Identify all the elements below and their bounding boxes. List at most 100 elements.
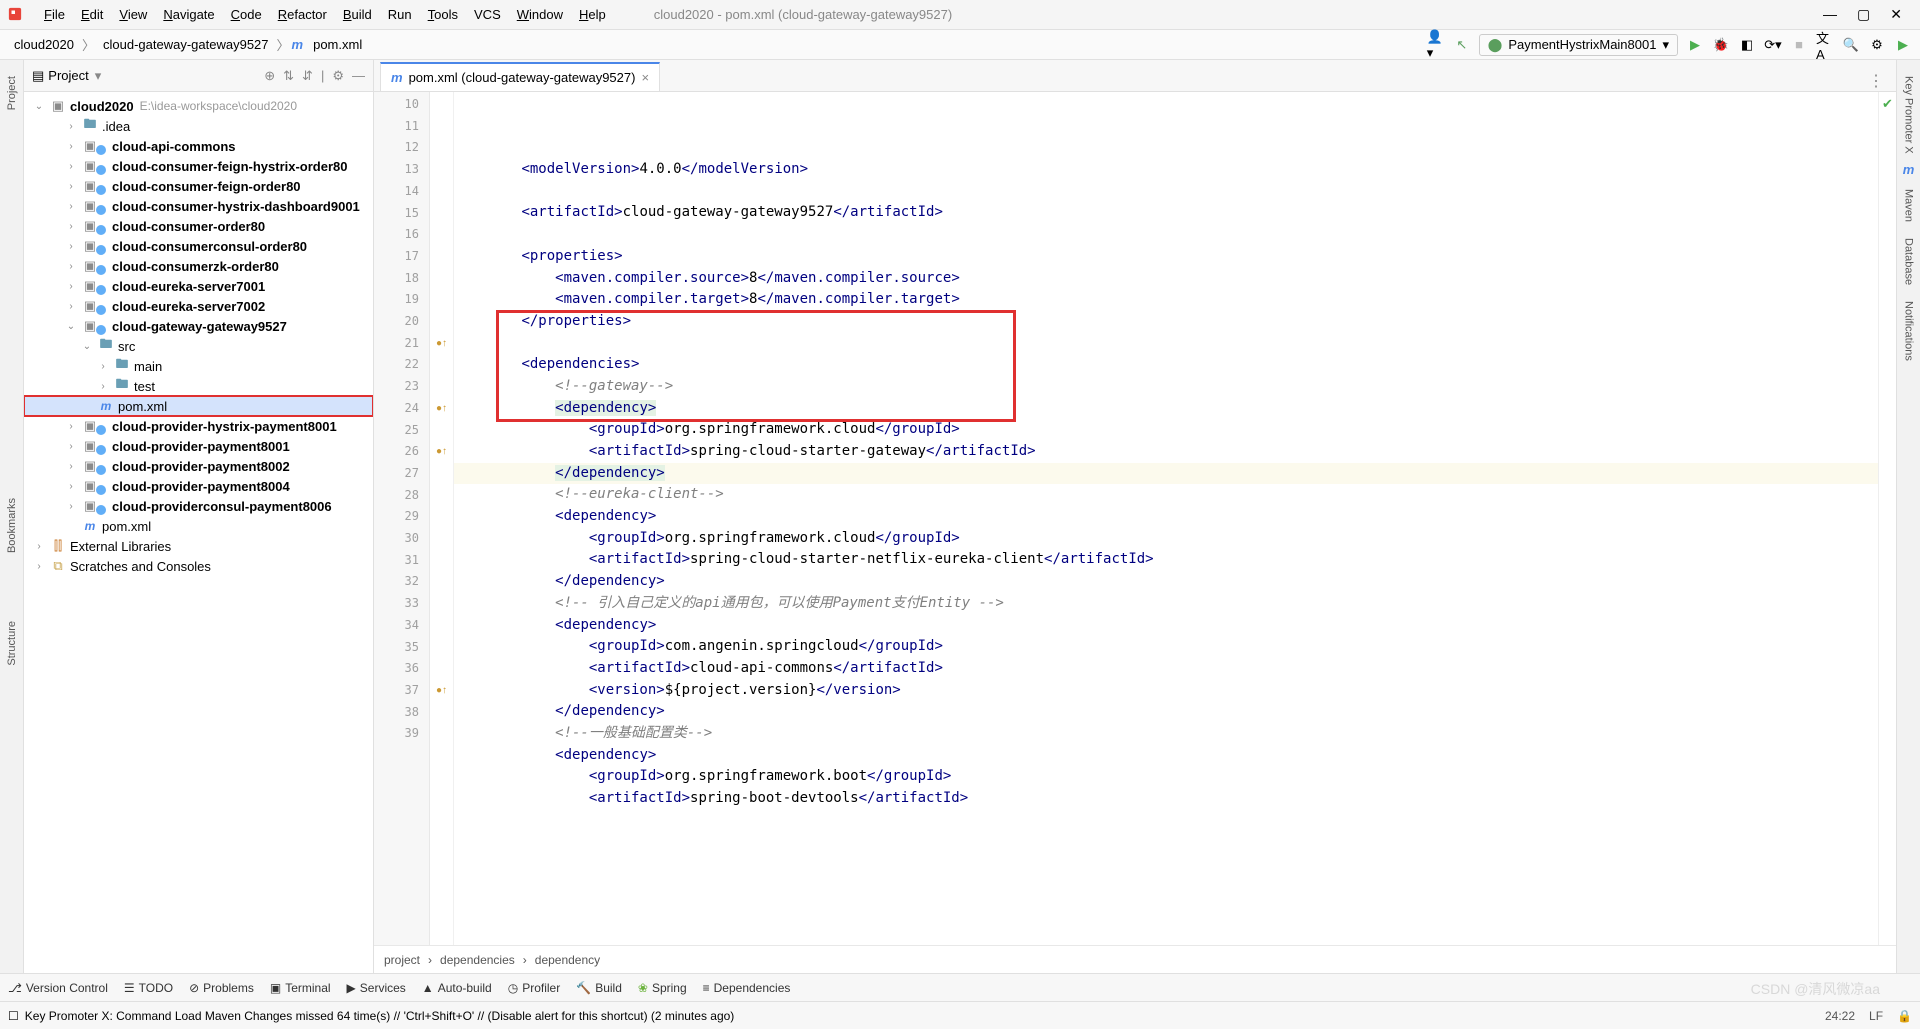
close-tab-icon[interactable]: ×	[641, 70, 649, 85]
tab-menu-icon[interactable]: ⋮	[1856, 71, 1896, 91]
tree-row[interactable]: ›▣cloud-consumerzk-order80	[24, 256, 373, 276]
tree-root[interactable]: ⌄ ▣ cloud2020 E:\idea-workspace\cloud202…	[24, 96, 373, 116]
status-message[interactable]: Key Promoter X: Command Load Maven Chang…	[25, 1009, 735, 1023]
dependencies-button[interactable]: ≡Dependencies	[703, 981, 791, 995]
tree-row[interactable]: mpom.xml	[24, 396, 373, 416]
tree-row[interactable]: ›▣cloud-provider-payment8001	[24, 436, 373, 456]
tree-external-libs[interactable]: › ⫿⫿ External Libraries	[24, 536, 373, 556]
maven-tool-button[interactable]: Maven	[1903, 189, 1915, 222]
tree-arrow-icon[interactable]: ⌄	[80, 341, 94, 352]
profile-button[interactable]: ⟳▾	[1764, 36, 1782, 54]
inspection-strip[interactable]: ✔	[1878, 92, 1896, 973]
tree-arrow-icon[interactable]: ⌄	[64, 321, 78, 332]
problems-button[interactable]: ⊘Problems	[189, 981, 254, 995]
search-icon[interactable]: 🔍	[1842, 36, 1860, 54]
tree-arrow-icon[interactable]: ›	[64, 481, 78, 492]
tree-row[interactable]: ›▣cloud-consumerconsul-order80	[24, 236, 373, 256]
tree-row[interactable]: ⌄▣cloud-gateway-gateway9527	[24, 316, 373, 336]
debug-button[interactable]: 🐞	[1712, 36, 1730, 54]
tree-arrow-icon[interactable]: ›	[64, 201, 78, 212]
tree-row[interactable]: ›▣cloud-consumer-order80	[24, 216, 373, 236]
tree-arrow-icon[interactable]: ›	[64, 181, 78, 192]
crumb-project[interactable]: project	[384, 953, 420, 967]
close-button[interactable]: ✕	[1890, 6, 1902, 23]
crumb-dependency[interactable]: dependency	[535, 953, 600, 967]
build-button[interactable]: 🔨Build	[576, 981, 622, 995]
tree-row[interactable]: ›🖿.idea	[24, 116, 373, 136]
menu-window[interactable]: Window	[509, 3, 571, 26]
bookmarks-tool-button[interactable]: Bookmarks	[6, 498, 18, 553]
tree-arrow-icon[interactable]: ›	[64, 241, 78, 252]
spring-button[interactable]: ❀Spring	[638, 981, 687, 995]
menu-run[interactable]: Run	[380, 3, 420, 26]
tree-arrow-icon[interactable]: ›	[64, 121, 78, 132]
lock-icon[interactable]: 🔒	[1897, 1009, 1912, 1023]
tree-row[interactable]: ›▣cloud-provider-payment8004	[24, 476, 373, 496]
crumb-dependencies[interactable]: dependencies	[440, 953, 515, 967]
line-gutter[interactable]: 1011121314151617181920212223242526272829…	[374, 92, 430, 973]
menu-vcs[interactable]: VCS	[466, 3, 509, 26]
run-configuration-selector[interactable]: ⬤ PaymentHystrixMain8001 ▾	[1479, 34, 1678, 56]
menu-edit[interactable]: Edit	[73, 3, 111, 26]
services-button[interactable]: ▶Services	[347, 981, 406, 995]
chevron-down-icon[interactable]: ▾	[95, 68, 102, 84]
keypromoter-tool-button[interactable]: Key Promoter X	[1903, 76, 1915, 154]
minimize-button[interactable]: —	[1823, 6, 1837, 23]
tree-row[interactable]: ›▣cloud-api-commons	[24, 136, 373, 156]
tree-row[interactable]: ›🖿main	[24, 356, 373, 376]
tree-arrow-icon[interactable]: ›	[64, 461, 78, 472]
tree-row[interactable]: mpom.xml	[24, 516, 373, 536]
translate-icon[interactable]: 文A	[1816, 36, 1834, 54]
tree-row[interactable]: ›▣cloud-consumer-feign-order80	[24, 176, 373, 196]
tree-row[interactable]: ›▣cloud-providerconsul-payment8006	[24, 496, 373, 516]
tree-row[interactable]: ›🖿test	[24, 376, 373, 396]
menu-navigate[interactable]: Navigate	[155, 3, 222, 26]
hide-icon[interactable]: —	[352, 68, 365, 84]
database-tool-button[interactable]: Database	[1903, 238, 1915, 285]
user-icon[interactable]: 👤▾	[1427, 36, 1445, 54]
tree-arrow-icon[interactable]: ›	[64, 161, 78, 172]
tree-row[interactable]: ›▣cloud-consumer-feign-hystrix-order80	[24, 156, 373, 176]
tree-row[interactable]: ›▣cloud-provider-hystrix-payment8001	[24, 416, 373, 436]
tree-arrow-icon[interactable]: ›	[64, 141, 78, 152]
breadcrumb-root[interactable]: cloud2020	[8, 35, 80, 54]
menu-tools[interactable]: Tools	[420, 3, 466, 26]
chevron-down-icon[interactable]: ⌄	[32, 101, 46, 112]
tree-arrow-icon[interactable]: ›	[96, 381, 110, 392]
locate-icon[interactable]: ⊕	[264, 68, 275, 84]
menu-help[interactable]: Help	[571, 3, 614, 26]
chevron-right-icon[interactable]: ›	[32, 541, 46, 552]
tree-arrow-icon[interactable]: ›	[64, 441, 78, 452]
tree-row[interactable]: ›▣cloud-eureka-server7002	[24, 296, 373, 316]
tree-row[interactable]: ›▣cloud-eureka-server7001	[24, 276, 373, 296]
menu-view[interactable]: View	[111, 3, 155, 26]
collapse-icon[interactable]: ⇵	[302, 68, 313, 84]
notifications-tool-button[interactable]: Notifications	[1903, 301, 1915, 361]
menu-file[interactable]: File	[36, 3, 73, 26]
tree-scratches[interactable]: › ⧉ Scratches and Consoles	[24, 556, 373, 576]
version-control-button[interactable]: ⎇Version Control	[8, 981, 108, 995]
project-tool-button[interactable]: Project	[6, 76, 18, 110]
structure-tool-button[interactable]: Structure	[6, 621, 18, 666]
terminal-button[interactable]: ▣Terminal	[270, 981, 331, 995]
expand-icon[interactable]: ⇅	[283, 68, 294, 84]
run-anything-icon[interactable]: ▶	[1894, 36, 1912, 54]
editor-tab[interactable]: m pom.xml (cloud-gateway-gateway9527) ×	[380, 62, 660, 91]
stop-button[interactable]: ■	[1790, 36, 1808, 54]
tree-arrow-icon[interactable]: ›	[64, 301, 78, 312]
tree-row[interactable]: ›▣cloud-consumer-hystrix-dashboard9001	[24, 196, 373, 216]
gear-icon[interactable]: ⚙	[332, 68, 344, 84]
autobuild-button[interactable]: ▲Auto-build	[422, 981, 492, 995]
caret-position[interactable]: 24:22	[1825, 1009, 1855, 1023]
tree-arrow-icon[interactable]: ›	[64, 221, 78, 232]
maximize-button[interactable]: ▢	[1857, 6, 1870, 23]
tree-row[interactable]: ›▣cloud-provider-payment8002	[24, 456, 373, 476]
run-button[interactable]: ▶	[1686, 36, 1704, 54]
code-editor[interactable]: <modelVersion>4.0.0</modelVersion> <arti…	[454, 92, 1878, 973]
line-separator[interactable]: LF	[1869, 1009, 1883, 1023]
settings-icon[interactable]: ⚙	[1868, 36, 1886, 54]
breadcrumb-module[interactable]: cloud-gateway-gateway9527	[97, 35, 275, 54]
chevron-right-icon[interactable]: ›	[32, 561, 46, 572]
status-icon[interactable]: ☐	[8, 1009, 19, 1023]
menu-build[interactable]: Build	[335, 3, 380, 26]
